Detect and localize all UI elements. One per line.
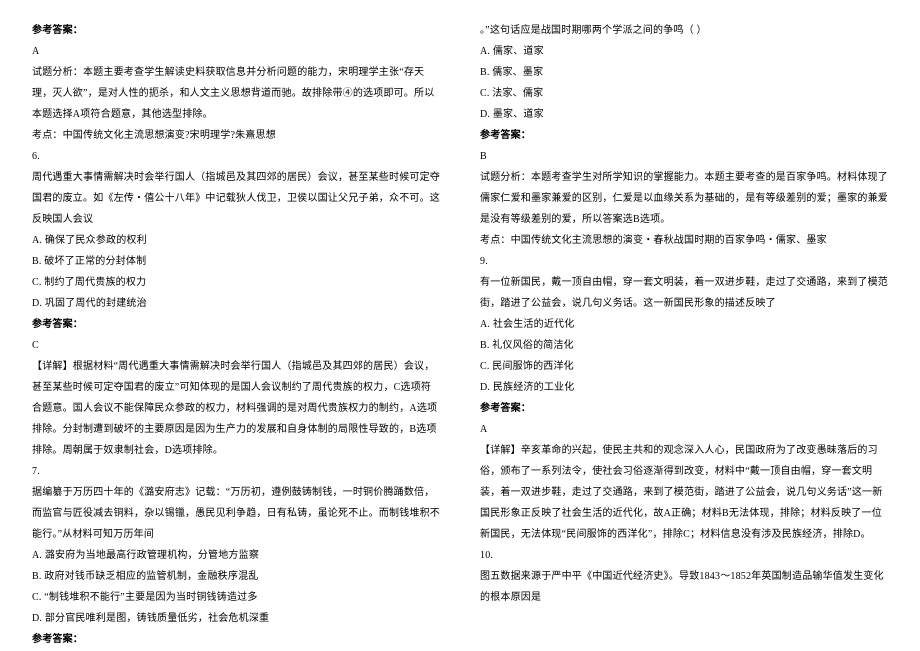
question7-choice-b: B. 政府对钱币缺乏相应的监管机制，金融秩序混乱 [32, 566, 440, 587]
question9-choice-d: D. 民族经济的工业化 [480, 377, 888, 398]
answer8-heading: 参考答案： [480, 125, 888, 146]
answer5-explain-1: 试题分析：本题主要考查学生解读史料获取信息并分析问题的能力，宋明理学主张“存天理… [32, 62, 440, 125]
question10-text: 图五数据来源于严中平《中国近代经济史》。导致1843～1852年英国制造品输华值… [480, 566, 888, 608]
question6-choice-a: A. 确保了民众参政的权利 [32, 230, 440, 251]
answer8-explain-2: 考点：中国传统文化主流思想的演变・春秋战国时期的百家争鸣・儒家、墨家 [480, 230, 888, 251]
answer6-value: C [32, 335, 440, 356]
question6-choice-d: D. 巩固了周代的封建统治 [32, 293, 440, 314]
question8-choice-c: C. 法家、儒家 [480, 83, 888, 104]
question7-choice-c: C. “制钱堆积不能行”主要是因为当时铜钱铸造过多 [32, 587, 440, 608]
question9-choice-c: C. 民间服饰的西洋化 [480, 356, 888, 377]
question9-number: 9. [480, 251, 888, 272]
question7-choice-a: A. 潞安府为当地最高行政管理机构，分管地方监察 [32, 545, 440, 566]
question7-number: 7. [32, 461, 440, 482]
answer6-heading: 参考答案： [32, 314, 440, 335]
question8-choice-a: A. 儒家、道家 [480, 41, 888, 62]
answer8-value: B [480, 146, 888, 167]
question7-text: 据编纂于万历四十年的《潞安府志》记载：“万历初，遵例鼓铸制钱，一时铜价腾踊数倍，… [32, 482, 440, 545]
question9-choice-a: A. 社会生活的近代化 [480, 314, 888, 335]
question8-choice-d: D. 墨家、道家 [480, 104, 888, 125]
right-column: 。”这句话应是战国时期哪两个学派之间的争鸣（ ） A. 儒家、道家 B. 儒家、… [460, 0, 920, 651]
question6-number: 6. [32, 146, 440, 167]
answer6-explain: 【详解】根据材料“周代遇重大事情需解决时会举行国人（指城邑及其四郊的居民）会议，… [32, 356, 440, 461]
question6-choice-b: B. 破坏了正常的分封体制 [32, 251, 440, 272]
left-column: 参考答案： A 试题分析：本题主要考查学生解读史料获取信息并分析问题的能力，宋明… [0, 0, 460, 651]
question6-text: 周代遇重大事情需解决时会举行国人（指城邑及其四郊的居民）会议，甚至某些时候可定夺… [32, 167, 440, 230]
answer5-value: A [32, 41, 440, 62]
answer8-explain-1: 试题分析：本题考查学生对所学知识的掌握能力。本题主要考查的是百家争鸣。材料体现了… [480, 167, 888, 230]
question7-choice-d: D. 部分官民唯利是图，铸钱质量低劣，社会危机深重 [32, 608, 440, 629]
answer9-heading: 参考答案： [480, 398, 888, 419]
question9-text: 有一位新国民，戴一顶自由帽，穿一套文明装，着一双进步鞋，走过了交通路，来到了模范… [480, 272, 888, 314]
answer9-value: A [480, 419, 888, 440]
answer9-explain: 【详解】辛亥革命的兴起，使民主共和的观念深入人心，民国政府为了改变愚昧落后的习俗… [480, 440, 888, 545]
question6-choice-c: C. 制约了周代贵族的权力 [32, 272, 440, 293]
question8-text-part2: 。”这句话应是战国时期哪两个学派之间的争鸣（ ） [480, 20, 888, 41]
question9-choice-b: B. 礼仪风俗的简洁化 [480, 335, 888, 356]
question10-number: 10. [480, 545, 888, 566]
page-container: 参考答案： A 试题分析：本题主要考查学生解读史料获取信息并分析问题的能力，宋明… [0, 0, 920, 651]
question8-choice-b: B. 儒家、墨家 [480, 62, 888, 83]
answer5-explain-2: 考点：中国传统文化主流思想演变?宋明理学?朱熹思想 [32, 125, 440, 146]
answer7-heading: 参考答案： [32, 629, 440, 650]
answer5-heading: 参考答案： [32, 20, 440, 41]
